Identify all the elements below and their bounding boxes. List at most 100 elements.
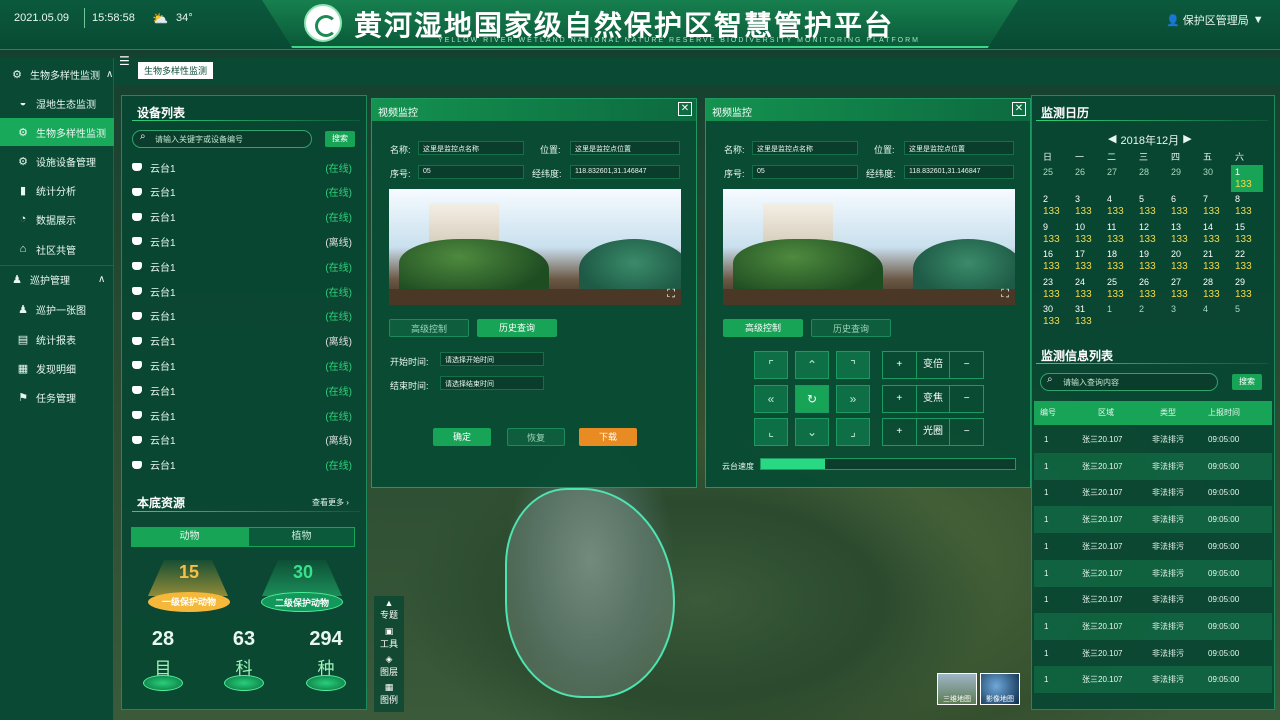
calendar-day[interactable]: 7 133	[1199, 192, 1231, 219]
tool-layers[interactable]: ◈ 图层	[372, 654, 406, 678]
device-row[interactable]: 云台1 (在线)	[132, 306, 356, 326]
focus-out-button[interactable]: −	[950, 386, 983, 412]
sidebar-section-patrol[interactable]: ♟ 巡护管理 ∧	[0, 265, 114, 293]
calendar-day[interactable]: 29	[1167, 165, 1199, 192]
calendar-day[interactable]: 17 133	[1071, 247, 1103, 274]
device-row[interactable]: 云台1 (在线)	[132, 380, 356, 400]
calendar-day[interactable]: 8 133	[1231, 192, 1263, 219]
basemap-satellite[interactable]: 影像地图	[980, 673, 1020, 705]
calendar-day[interactable]: 10 133	[1071, 220, 1103, 247]
camera-feed-2[interactable]: ⛶	[723, 189, 1015, 305]
calendar-day[interactable]: 1	[1103, 302, 1135, 329]
table-row[interactable]: 1 张三20.107 非法排污 09:05:00	[1034, 559, 1272, 587]
table-row[interactable]: 1 张三20.107 非法排污 09:05:00	[1034, 426, 1272, 453]
zoom-out-button[interactable]: −	[950, 352, 983, 378]
calendar-day[interactable]: 19 133	[1135, 247, 1167, 274]
calendar-day[interactable]: 28	[1135, 165, 1167, 192]
calendar-day[interactable]: 5	[1231, 302, 1263, 329]
sidebar-item-stats[interactable]: ▮ 统计分析	[0, 176, 114, 204]
tool-legend[interactable]: ▦ 图例	[372, 682, 406, 706]
sidebar-section-biodiversity[interactable]: ⚙ 生物多样性监测 ∧	[0, 60, 114, 88]
zoom-in-button[interactable]: +	[883, 352, 917, 378]
calendar-day[interactable]: 13 133	[1167, 220, 1199, 247]
table-row[interactable]: 1 张三20.107 非法排污 09:05:00	[1034, 533, 1272, 560]
calendar-day[interactable]: 29 133	[1231, 275, 1263, 302]
calendar-day[interactable]: 25	[1039, 165, 1071, 192]
monitor-search-button[interactable]: 搜索	[1232, 374, 1262, 390]
calendar-day[interactable]: 28 133	[1199, 275, 1231, 302]
start-time-input[interactable]: 请选择开始时间	[440, 352, 544, 366]
sidebar-item-findings[interactable]: ▦ 发现明细	[0, 354, 114, 382]
tool-topic[interactable]: ▲ 专题	[372, 598, 406, 621]
calendar-day[interactable]: 26 133	[1135, 275, 1167, 302]
ptz-up-button[interactable]: ⌃	[795, 351, 829, 379]
device-search-button[interactable]: 搜索	[325, 131, 355, 147]
iris-open-button[interactable]: +	[883, 419, 917, 445]
camera-feed-1[interactable]: ⛶	[389, 189, 681, 305]
end-time-input[interactable]: 请选择结束时间	[440, 376, 544, 390]
tab-history[interactable]: 历史查询	[811, 319, 891, 337]
device-row[interactable]: 云台1 (在线)	[132, 157, 356, 177]
fullscreen-icon[interactable]: ⛶	[667, 288, 675, 301]
sidebar-item-wetland[interactable]: ◒ 湿地生态监测	[0, 89, 114, 117]
ptz-down-button[interactable]: ⌄	[795, 418, 829, 446]
device-row[interactable]: 云台1 (离线)	[132, 231, 356, 251]
sidebar-item-patrol-map[interactable]: ♟ 巡护一张图	[0, 295, 114, 323]
calendar-day[interactable]: 3	[1167, 302, 1199, 329]
ptz-left-button[interactable]: «	[754, 385, 788, 413]
calendar-day[interactable]: 30 133	[1039, 302, 1071, 329]
ptz-down-right-button[interactable]: ⌟	[836, 418, 870, 446]
resources-more-link[interactable]: 查看更多 ›	[312, 497, 349, 508]
breadcrumb[interactable]: 生物多样性监测	[138, 62, 214, 79]
ptz-up-right-button[interactable]: ⌝	[836, 351, 870, 379]
sidebar-item-report[interactable]: ▤ 统计报表	[0, 325, 114, 353]
table-row[interactable]: 1 张三20.107 非法排污 09:05:00	[1034, 479, 1272, 506]
ptz-down-left-button[interactable]: ⌞	[754, 418, 788, 446]
table-row[interactable]: 1 张三20.107 非法排污 09:05:00	[1034, 506, 1272, 534]
speed-slider[interactable]	[760, 458, 1016, 470]
table-row[interactable]: 1 张三20.107 非法排污 09:05:00	[1034, 586, 1272, 613]
user-menu[interactable]: 👤 保护区管理局 ▼	[1166, 12, 1264, 28]
close-icon[interactable]: ✕	[678, 102, 692, 116]
device-row[interactable]: 云台1 (在线)	[132, 281, 356, 301]
sidebar-item-community[interactable]: ⌂ 社区共管	[0, 235, 114, 263]
device-row[interactable]: 云台1 (在线)	[132, 182, 356, 202]
sidebar-item-biodiversity[interactable]: ⚙ 生物多样性监测	[0, 118, 114, 146]
calendar-day[interactable]: 25 133	[1103, 275, 1135, 302]
calendar-day[interactable]: 2 133	[1039, 192, 1071, 219]
download-button[interactable]: 下载	[579, 428, 637, 446]
device-search-input[interactable]: 请输入关键字或设备编号	[132, 130, 312, 148]
calendar-day[interactable]: 12 133	[1135, 220, 1167, 247]
table-row[interactable]: 1 张三20.107 非法排污 09:05:00	[1034, 666, 1272, 694]
device-row[interactable]: 云台1 (在线)	[132, 455, 356, 475]
device-row[interactable]: 云台1 (在线)	[132, 355, 356, 375]
reset-button[interactable]: 恢复	[507, 428, 565, 446]
calendar-day[interactable]: 23 133	[1039, 275, 1071, 302]
close-icon[interactable]: ✕	[1012, 102, 1026, 116]
calendar-day[interactable]: 20 133	[1167, 247, 1199, 274]
ptz-right-button[interactable]: »	[836, 385, 870, 413]
tab-history[interactable]: 历史查询	[477, 319, 557, 337]
tab-advanced-control[interactable]: 高级控制	[723, 319, 803, 337]
calendar-day[interactable]: 9 133	[1039, 220, 1071, 247]
device-row[interactable]: 云台1 (在线)	[132, 256, 356, 276]
device-row[interactable]: 云台1 (离线)	[132, 331, 356, 351]
calendar-day[interactable]: 30	[1199, 165, 1231, 192]
table-row[interactable]: 1 张三20.107 非法排污 09:05:00	[1034, 452, 1272, 480]
calendar-day[interactable]: 24 133	[1071, 275, 1103, 302]
calendar-day[interactable]: 15 133	[1231, 220, 1263, 247]
calendar-day[interactable]: 18 133	[1103, 247, 1135, 274]
sidebar-item-tasks[interactable]: ⚑ 任务管理	[0, 383, 114, 411]
table-row[interactable]: 1 张三20.107 非法排污 09:05:00	[1034, 640, 1272, 667]
calendar-day[interactable]: 2	[1135, 302, 1167, 329]
calendar-day[interactable]: 22 133	[1231, 247, 1263, 274]
calendar-day[interactable]: 31 133	[1071, 302, 1103, 329]
focus-in-button[interactable]: +	[883, 386, 917, 412]
table-row[interactable]: 1 张三20.107 非法排污 09:05:00	[1034, 612, 1272, 640]
calendar-day[interactable]: 14 133	[1199, 220, 1231, 247]
device-row[interactable]: 云台1 (在线)	[132, 405, 356, 425]
calendar-day[interactable]: 6 133	[1167, 192, 1199, 219]
next-month-icon[interactable]: ▶	[1183, 132, 1191, 148]
sidebar-item-data[interactable]: ◔ 数据展示	[0, 205, 114, 233]
basemap-3d[interactable]: 三维地图	[937, 673, 977, 705]
